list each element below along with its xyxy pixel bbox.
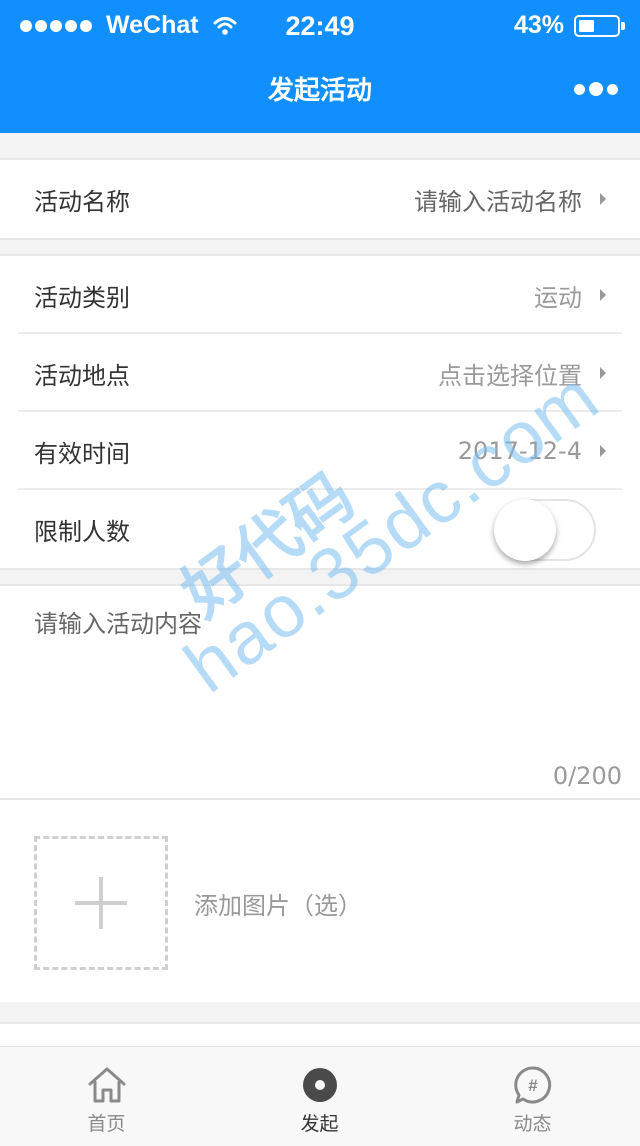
topic-icon: # bbox=[513, 1066, 551, 1104]
location-value: 点击选择位置 bbox=[438, 361, 582, 390]
svg-text:#: # bbox=[528, 1076, 538, 1095]
more-menu-icon[interactable] bbox=[574, 82, 618, 96]
page-title: 发起活动 bbox=[267, 76, 372, 106]
photo-area: 添加图片（选） bbox=[0, 800, 640, 1002]
char-counter: 0/200 bbox=[552, 762, 622, 790]
chevron-right-icon bbox=[600, 289, 606, 301]
location-label: 活动地点 bbox=[34, 361, 130, 390]
battery-percent: 43% bbox=[513, 11, 564, 39]
add-photo-button[interactable] bbox=[34, 836, 168, 970]
battery-group: 43% bbox=[513, 11, 625, 40]
content-placeholder: 请输入活动内容 bbox=[34, 610, 202, 638]
status-bar: WeChat 22:49 43% bbox=[0, 8, 640, 44]
category-label: 活动类别 bbox=[34, 283, 130, 312]
toggle-knob bbox=[494, 499, 556, 561]
tab-bar: 首页 发起 # 动态 bbox=[0, 1046, 640, 1146]
content-textarea[interactable]: 请输入活动内容 0/200 bbox=[0, 584, 640, 800]
limit-row: 限制人数 bbox=[0, 490, 640, 568]
tab-topic[interactable]: # 动态 bbox=[426, 1047, 639, 1146]
valid-time-label: 有效时间 bbox=[34, 439, 130, 468]
home-icon bbox=[88, 1067, 125, 1103]
valid-time-row[interactable]: 有效时间 2017-12-4 bbox=[0, 412, 640, 490]
name-input[interactable]: 请输入活动名称 bbox=[414, 182, 582, 217]
chevron-right-icon bbox=[600, 445, 606, 457]
category-row[interactable]: 活动类别 运动 bbox=[0, 256, 640, 334]
top-bar: WeChat 22:49 43% 发起活动 bbox=[0, 0, 640, 133]
tab-publish-label: 发起 bbox=[300, 1113, 339, 1135]
tab-home[interactable]: 首页 bbox=[0, 1047, 213, 1146]
name-row[interactable]: 活动名称 请输入活动名称 bbox=[0, 160, 640, 238]
valid-time-value: 2017-12-4 bbox=[457, 437, 582, 465]
name-label: 活动名称 bbox=[34, 187, 130, 216]
publish-icon bbox=[302, 1068, 337, 1102]
tab-publish[interactable]: 发起 bbox=[213, 1047, 426, 1146]
tab-topic-label: 动态 bbox=[513, 1113, 552, 1135]
battery-icon bbox=[574, 14, 625, 37]
add-photo-label: 添加图片（选） bbox=[194, 892, 362, 920]
chevron-right-icon bbox=[600, 193, 606, 205]
tab-home-label: 首页 bbox=[87, 1113, 126, 1135]
chevron-right-icon bbox=[600, 367, 606, 379]
category-value: 运动 bbox=[534, 283, 582, 312]
name-card: 活动名称 请输入活动名称 bbox=[0, 158, 640, 240]
limit-label: 限制人数 bbox=[34, 517, 130, 546]
location-row[interactable]: 活动地点 点击选择位置 bbox=[0, 334, 640, 412]
details-card: 活动类别 运动 活动地点 点击选择位置 有效时间 2017-12-4 限制人数 bbox=[0, 254, 640, 570]
limit-toggle[interactable] bbox=[494, 499, 596, 561]
